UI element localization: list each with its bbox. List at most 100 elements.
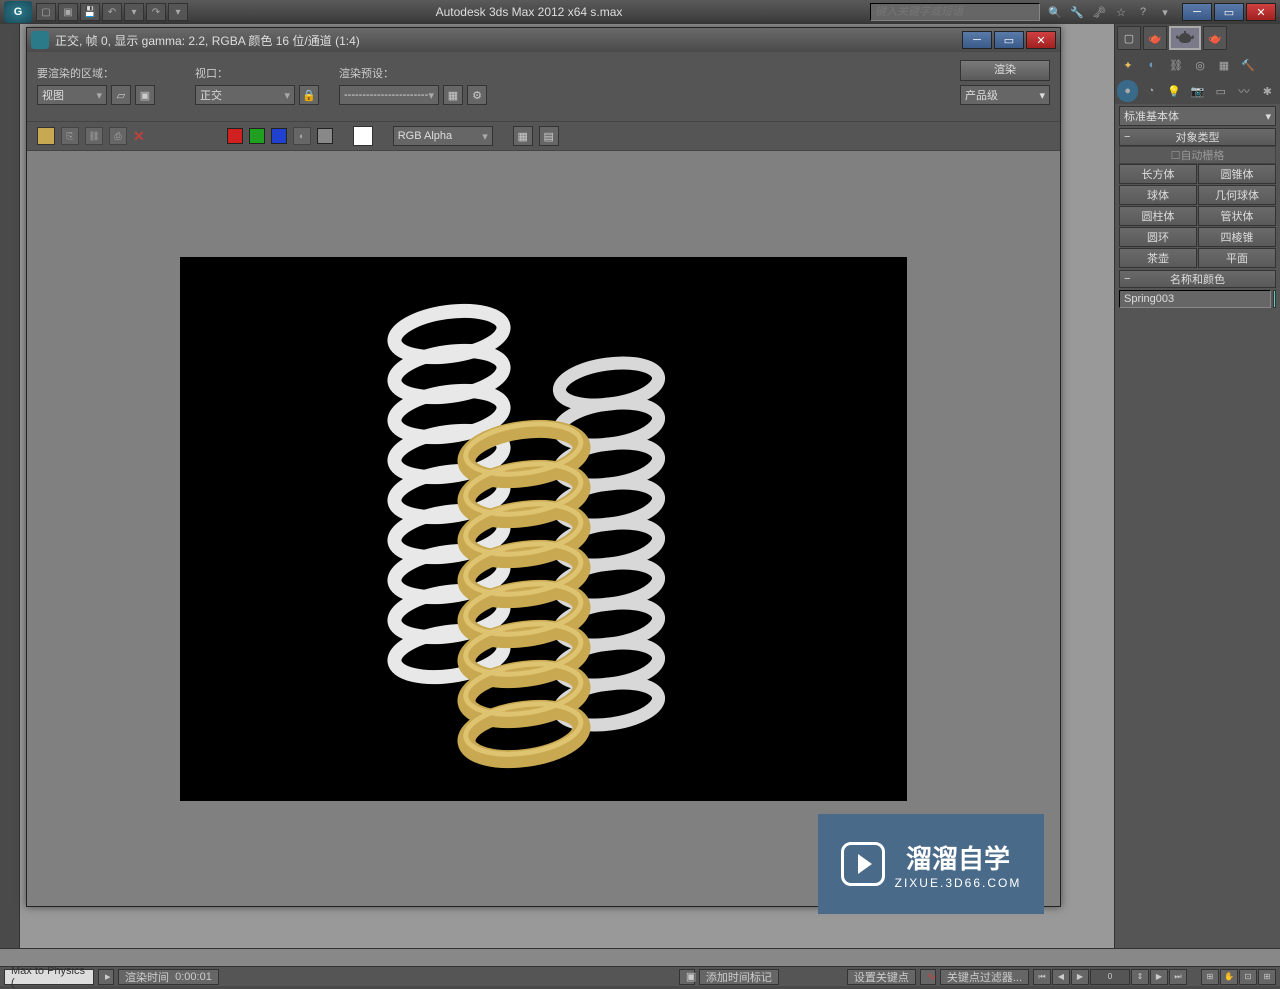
minimize-button[interactable]: ─ xyxy=(1182,3,1212,21)
spacewarps-subtab-icon[interactable]: 〰 xyxy=(1233,80,1254,102)
app-logo-icon[interactable]: G xyxy=(4,1,32,23)
goto-start-icon[interactable]: ⏮ xyxy=(1033,969,1051,985)
timeline-marker-icon[interactable]: ▣ xyxy=(679,969,695,985)
open-file-icon[interactable]: ▣ xyxy=(58,3,78,21)
key-icon[interactable]: 🗝 xyxy=(1090,3,1108,21)
alpha-channel-icon[interactable]: ◐ xyxy=(293,127,311,145)
redo-dropdown-icon[interactable]: ▾ xyxy=(168,3,188,21)
timeline-slider[interactable] xyxy=(0,948,1280,966)
hierarchy-tab-icon[interactable]: ⛓ xyxy=(1165,54,1187,76)
help-search-input[interactable] xyxy=(870,3,1040,21)
primitive-tube-button[interactable]: 管状体 xyxy=(1198,206,1276,226)
extra-tab-2[interactable]: 🫖 xyxy=(1143,26,1167,50)
bg-color-swatch[interactable] xyxy=(353,126,373,146)
render-viewport[interactable] xyxy=(27,151,1060,906)
helpers-subtab-icon[interactable]: ▭ xyxy=(1210,80,1231,102)
render-minimize-button[interactable]: ─ xyxy=(962,31,992,49)
clear-icon[interactable]: ✕ xyxy=(133,128,145,145)
play-icon[interactable]: ▶ xyxy=(1071,969,1089,985)
render-window-titlebar[interactable]: 正交, 帧 0, 显示 gamma: 2.2, RGBA 颜色 16 位/通道 … xyxy=(27,28,1060,52)
render-maximize-button[interactable]: ▭ xyxy=(994,31,1024,49)
cameras-subtab-icon[interactable]: 📷 xyxy=(1187,80,1208,102)
primitive-teapot-button[interactable]: 茶壶 xyxy=(1119,248,1197,268)
object-color-swatch[interactable] xyxy=(1273,290,1276,308)
modify-tab-icon[interactable]: ◐ xyxy=(1141,54,1163,76)
toggle1-icon[interactable]: ▦ xyxy=(513,126,533,146)
save-file-icon[interactable]: 💾 xyxy=(80,3,100,21)
close-button[interactable]: ✕ xyxy=(1246,3,1276,21)
lights-subtab-icon[interactable]: 💡 xyxy=(1164,80,1185,102)
render-close-button[interactable]: ✕ xyxy=(1026,31,1056,49)
viewport-nav4-icon[interactable]: ⊞ xyxy=(1258,969,1276,985)
preset-icon1[interactable]: ▦ xyxy=(443,85,463,105)
maximize-button[interactable]: ▭ xyxy=(1214,3,1244,21)
set-key-button[interactable]: 设置关键点 xyxy=(847,969,916,985)
star-icon[interactable]: ☆ xyxy=(1112,3,1130,21)
render-area-label: 要渲染的区域： xyxy=(37,65,155,81)
extra-tab-1[interactable]: ▢ xyxy=(1117,26,1141,50)
auto-grid-checkbox[interactable]: ☐ 自动栅格 xyxy=(1119,146,1276,164)
undo-icon[interactable]: ↶ xyxy=(102,3,122,21)
primitive-category-select[interactable]: 标准基本体 xyxy=(1119,106,1276,126)
preset-select[interactable]: ----------------------- xyxy=(339,85,439,105)
toggle2-icon[interactable]: ▤ xyxy=(539,126,559,146)
primitive-geosphere-button[interactable]: 几何球体 xyxy=(1198,185,1276,205)
display-tab-icon[interactable]: ▦ xyxy=(1213,54,1235,76)
geometry-subtab-icon[interactable]: ● xyxy=(1117,80,1138,102)
redo-icon[interactable]: ↷ xyxy=(146,3,166,21)
primitive-cone-button[interactable]: 圆锥体 xyxy=(1198,164,1276,184)
render-area-select[interactable]: 视图 xyxy=(37,85,107,105)
primitive-cylinder-button[interactable]: 圆柱体 xyxy=(1119,206,1197,226)
help-icon[interactable]: ? xyxy=(1134,3,1152,21)
primitive-pyramid-button[interactable]: 四棱锥 xyxy=(1198,227,1276,247)
help-dropdown-icon[interactable]: ▾ xyxy=(1156,3,1174,21)
object-type-header[interactable]: − 对象类型 xyxy=(1119,128,1276,146)
viewport-nav3-icon[interactable]: ⊡ xyxy=(1239,969,1257,985)
render-region2-icon[interactable]: ▣ xyxy=(135,85,155,105)
goto-end-icon[interactable]: ⏭ xyxy=(1169,969,1187,985)
primitive-sphere-button[interactable]: 球体 xyxy=(1119,185,1197,205)
viewport-lock-icon[interactable]: 🔒 xyxy=(299,85,319,105)
green-channel-button[interactable] xyxy=(249,128,265,144)
object-name-input[interactable] xyxy=(1119,290,1271,308)
key-mode-icon[interactable]: ∿ xyxy=(920,969,936,985)
viewport-select[interactable]: 正交 xyxy=(195,85,295,105)
blue-channel-button[interactable] xyxy=(271,128,287,144)
script-toggle-icon[interactable]: ▸ xyxy=(98,969,114,985)
prev-frame-icon[interactable]: ◀ xyxy=(1052,969,1070,985)
save-image-icon[interactable] xyxy=(37,127,55,145)
utilities-tab-icon[interactable]: 🔨 xyxy=(1237,54,1259,76)
shapes-subtab-icon[interactable]: ◔ xyxy=(1140,80,1161,102)
motion-tab-icon[interactable]: ◎ xyxy=(1189,54,1211,76)
create-tab-icon[interactable]: ✦ xyxy=(1117,54,1139,76)
render-mode-select[interactable]: 产品级 xyxy=(960,85,1050,105)
copy-icon[interactable]: ⎘ xyxy=(61,127,79,145)
next-frame-icon[interactable]: ▶ xyxy=(1150,969,1168,985)
render-region-icon[interactable]: ▱ xyxy=(111,85,131,105)
primitive-torus-button[interactable]: 圆环 xyxy=(1119,227,1197,247)
binoculars-icon[interactable]: 🔍 xyxy=(1046,3,1064,21)
key-filters-button[interactable]: 关键点过滤器... xyxy=(940,969,1029,985)
primitive-plane-button[interactable]: 平面 xyxy=(1198,248,1276,268)
undo-dropdown-icon[interactable]: ▾ xyxy=(124,3,144,21)
name-color-header[interactable]: − 名称和颜色 xyxy=(1119,270,1276,288)
viewport-nav2-icon[interactable]: ✋ xyxy=(1220,969,1238,985)
add-time-marker-button[interactable]: 添加时间标记 xyxy=(699,969,779,985)
new-file-icon[interactable]: ▢ xyxy=(36,3,56,21)
wrench-icon[interactable]: 🔧 xyxy=(1068,3,1086,21)
maxscript-listener[interactable]: Max to Physics ( xyxy=(4,969,94,985)
channel-select[interactable]: RGB Alpha xyxy=(393,126,493,146)
current-frame-input[interactable]: 0 xyxy=(1090,969,1130,985)
clone-icon[interactable]: ⛓ xyxy=(85,127,103,145)
extra-tab-teapot[interactable] xyxy=(1169,26,1201,50)
mono-channel-button[interactable] xyxy=(317,128,333,144)
preset-settings-icon[interactable]: ⚙ xyxy=(467,85,487,105)
print-icon[interactable]: ⎙ xyxy=(109,127,127,145)
viewport-nav1-icon[interactable]: ⊞ xyxy=(1201,969,1219,985)
primitive-box-button[interactable]: 长方体 xyxy=(1119,164,1197,184)
render-button[interactable]: 渲染 xyxy=(960,60,1050,81)
frame-spinner-icon[interactable]: ⇕ xyxy=(1131,969,1149,985)
extra-tab-4[interactable]: 🫖 xyxy=(1203,26,1227,50)
red-channel-button[interactable] xyxy=(227,128,243,144)
systems-subtab-icon[interactable]: ✱ xyxy=(1257,80,1278,102)
